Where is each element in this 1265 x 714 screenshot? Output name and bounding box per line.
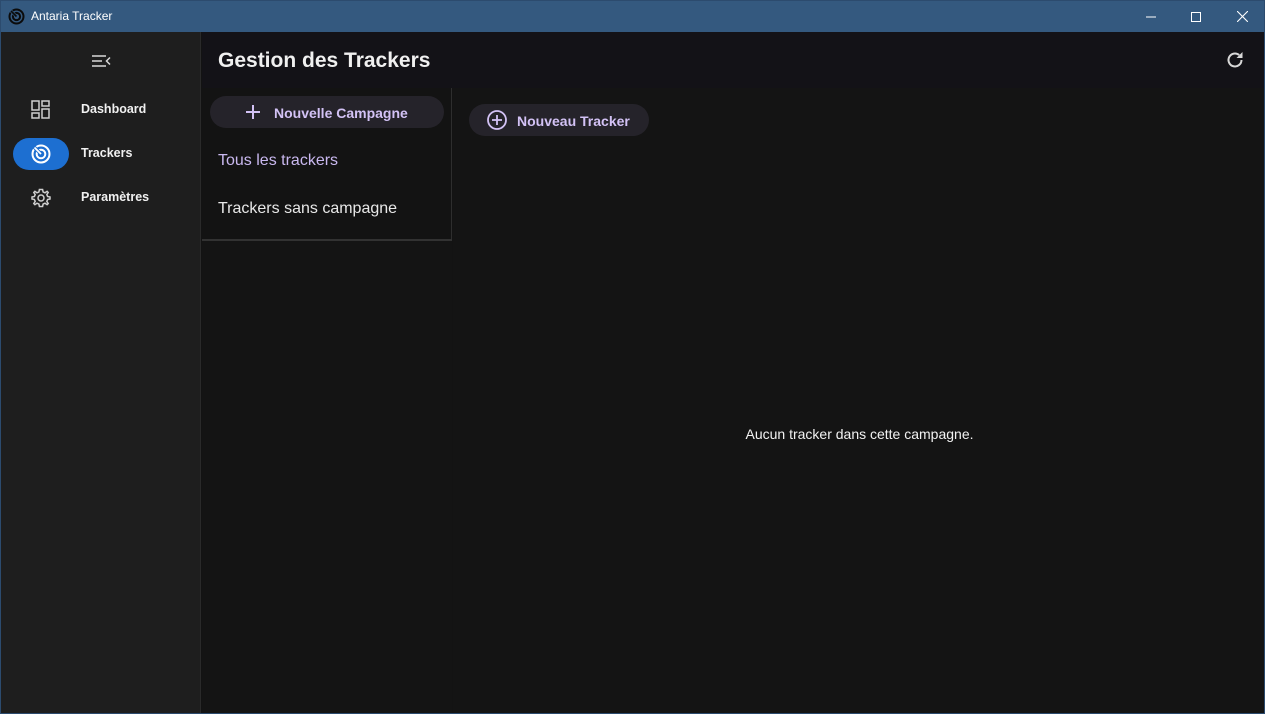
sidebar-item-parametres[interactable]: Paramètres — [13, 182, 193, 214]
gear-icon — [31, 188, 51, 208]
tracker-target-icon — [31, 144, 51, 164]
new-tracker-button[interactable]: Nouveau Tracker — [469, 104, 649, 136]
add-circle-icon — [487, 110, 507, 130]
new-tracker-label: Nouveau Tracker — [517, 113, 630, 129]
refresh-button[interactable] — [1224, 49, 1246, 71]
window-title: Antaria Tracker — [31, 9, 113, 23]
campaign-link-no-campaign[interactable]: Trackers sans campagne — [218, 200, 397, 218]
close-icon — [1236, 11, 1248, 22]
minimize-button[interactable] — [1128, 1, 1174, 32]
sidebar-item-label: Dashboard — [81, 102, 147, 116]
campaign-link-all-trackers[interactable]: Tous les trackers — [218, 152, 338, 170]
new-campaign-button[interactable]: Nouvelle Campagne — [210, 96, 444, 128]
page-header: Gestion des Trackers — [202, 32, 1264, 88]
sidebar-item-trackers[interactable]: Trackers — [13, 138, 193, 170]
nav-pill — [13, 94, 69, 126]
page-title: Gestion des Trackers — [218, 49, 431, 72]
minimize-icon — [1146, 16, 1156, 17]
maximize-button[interactable] — [1173, 1, 1219, 32]
plus-icon — [246, 105, 260, 119]
maximize-icon — [1191, 11, 1201, 22]
campaign-list — [202, 241, 452, 713]
app-logo-icon — [8, 8, 25, 25]
new-campaign-label: Nouvelle Campagne — [274, 105, 408, 121]
menu-collapse-icon[interactable] — [90, 52, 112, 70]
sidebar: Dashboard Trackers Paramètres — [1, 32, 201, 713]
tracker-content: Nouveau Tracker Aucun tracker dans cette… — [453, 88, 1264, 713]
campaign-panel: Nouvelle Campagne Tous les trackers Trac… — [202, 88, 452, 713]
dashboard-icon — [31, 100, 50, 119]
nav-pill — [13, 182, 69, 214]
refresh-icon — [1227, 52, 1243, 68]
title-bar[interactable]: Antaria Tracker — [1, 1, 1264, 32]
sidebar-item-dashboard[interactable]: Dashboard — [13, 94, 193, 126]
close-button[interactable] — [1219, 1, 1264, 32]
app-window: Antaria Tracker Dashboard Trackers Param… — [0, 0, 1265, 714]
empty-state-message: Aucun tracker dans cette campagne. — [745, 426, 974, 442]
nav-pill-active — [13, 138, 69, 170]
sidebar-item-label: Trackers — [81, 146, 133, 160]
sidebar-item-label: Paramètres — [81, 190, 150, 204]
